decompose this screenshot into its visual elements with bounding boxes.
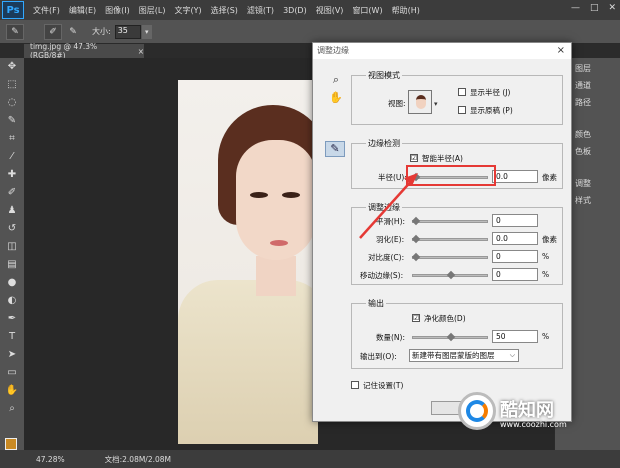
watermark-url: www.coozhi.com	[500, 420, 567, 429]
watermark-logo-ring	[466, 400, 488, 422]
watermark-title: 酷知网	[500, 400, 554, 421]
watermark-logo	[458, 392, 496, 430]
